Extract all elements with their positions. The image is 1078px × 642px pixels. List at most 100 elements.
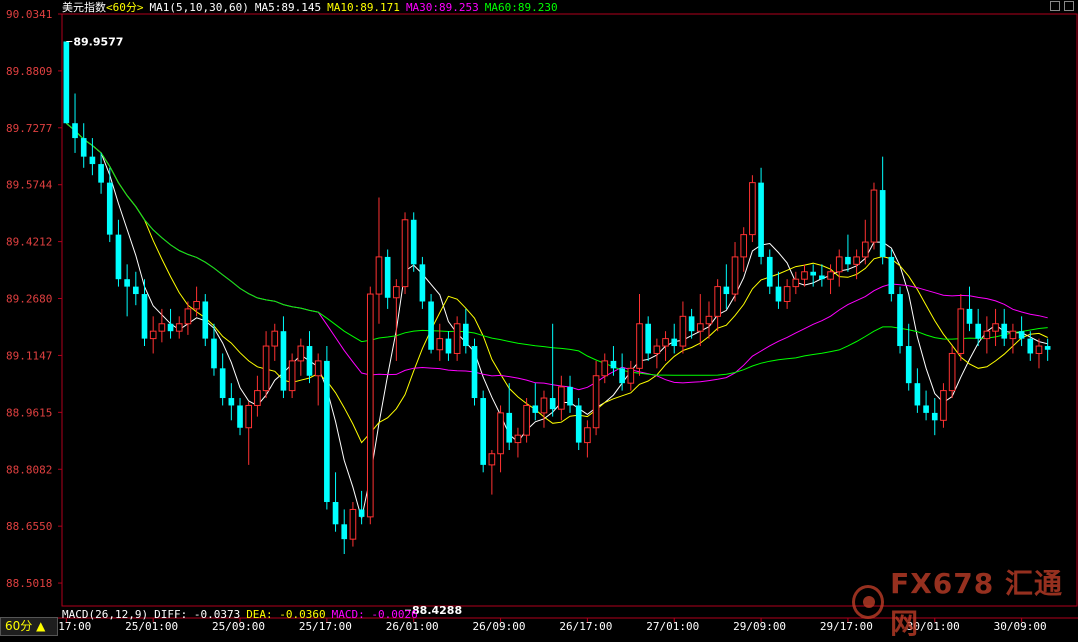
candle-body-up: [749, 182, 756, 236]
candle-body-down: [671, 338, 678, 347]
x-tick-label: 25/01:00: [125, 620, 178, 633]
y-tick-label: 88.6550: [6, 520, 52, 533]
y-tick-label: 89.2680: [6, 293, 52, 306]
x-tick-label: 26/17:00: [559, 620, 612, 633]
candle-body-down: [879, 190, 886, 257]
candle-body-up: [514, 434, 522, 444]
candle-body-down: [775, 286, 782, 302]
restore-icon[interactable]: [1050, 1, 1060, 11]
candle-body-down: [888, 256, 895, 295]
candle-body-down: [202, 301, 209, 339]
candle-body-down: [358, 509, 365, 517]
candle-body-up: [957, 308, 965, 354]
candle-body-down: [931, 412, 938, 421]
candle-body-up: [175, 323, 183, 332]
candle-body-down: [167, 323, 174, 332]
candle-body-up: [592, 375, 600, 429]
y-tick-label: 90.0341: [6, 8, 52, 21]
candle-body-down: [211, 338, 217, 369]
candle-body-up: [184, 308, 192, 325]
candle-body-down: [610, 360, 617, 369]
candle-body-down: [72, 123, 78, 139]
candle-body-down: [723, 286, 730, 295]
candle-body-down: [384, 256, 391, 298]
plot-frame: [61, 13, 1078, 607]
macd-value: MACD: -0.0026: [331, 608, 418, 621]
candle-body-up: [870, 189, 878, 243]
candle-body-up: [983, 330, 991, 340]
candle-body-down: [341, 524, 348, 540]
candle-body-up: [861, 241, 869, 258]
candle-body-up: [662, 338, 669, 347]
x-tick-label: 26/01:00: [386, 620, 439, 633]
candle-body-up: [540, 397, 548, 414]
candle-body-up: [349, 508, 357, 540]
y-tick-label: 89.1147: [6, 349, 52, 362]
candle-body-down: [115, 234, 122, 280]
candle-body-up: [584, 427, 591, 444]
candle-body-down: [688, 316, 695, 332]
candle-body-up: [740, 234, 748, 258]
y-tick-label: 89.8809: [6, 65, 52, 78]
watermark-text: FX678 汇通网: [890, 567, 1063, 640]
candle-body-down: [419, 264, 426, 302]
candle-body-down: [532, 405, 539, 413]
candle-body-up: [714, 286, 721, 317]
kline-chart: 90.0341 89.8809 89.7277 89.5744 89.4212 89.26…: [0, 8, 1078, 633]
candle-body-up: [792, 278, 800, 288]
ma10-value: MA10:89.171: [327, 0, 400, 14]
candle-body-up: [940, 390, 947, 421]
candle-body-down: [810, 271, 817, 276]
candle-body-up: [696, 323, 704, 332]
candle-body-down: [966, 308, 973, 324]
candle-body-up: [254, 390, 261, 406]
candle-body-up: [393, 286, 400, 299]
candle-body-down: [845, 256, 851, 265]
candle-body-up: [314, 360, 322, 377]
candle-body-down: [445, 338, 452, 354]
candle-body-down: [141, 294, 148, 339]
candle-body-up: [801, 271, 808, 280]
y-tick-label: 89.5744: [6, 179, 53, 192]
candle-body-up: [488, 453, 496, 466]
candle-body-down: [914, 383, 921, 406]
ma5-value: MA5:89.145: [254, 0, 322, 14]
candle-body-up: [497, 412, 504, 455]
candle-body-up: [627, 367, 635, 384]
y-tick-label: 88.8082: [6, 463, 52, 476]
candle-layer: [63, 41, 1051, 555]
period-button[interactable]: 60分 ▲: [0, 617, 58, 636]
ma60-value: MA60:89.230: [484, 0, 558, 14]
x-tick-label: 25/17:00: [299, 620, 352, 633]
candle-body-down: [410, 219, 417, 265]
window-controls: [1050, 1, 1074, 11]
candle-body-down: [1018, 331, 1025, 339]
candle-body-down: [124, 279, 130, 287]
candle-body-down: [80, 138, 87, 157]
candle-body-up: [149, 330, 157, 340]
candle-body-up: [992, 323, 999, 332]
watermark: FX678 汇通网: [852, 567, 1078, 640]
maximize-icon[interactable]: [1064, 1, 1074, 11]
candle-body-down: [575, 405, 582, 443]
y-tick-label: 88.9615: [6, 406, 52, 419]
candle-body-down: [1027, 338, 1034, 354]
candle-body-down: [462, 323, 469, 347]
candle-body-up: [705, 315, 713, 325]
macd-dea: DEA: -0.0360: [246, 608, 326, 621]
candle-body-down: [237, 405, 243, 428]
period-label: <60分>: [106, 1, 144, 14]
ma30-value: MA30:89.253: [405, 0, 479, 14]
y-tick-label: 88.5018: [6, 577, 52, 590]
ma-config-label[interactable]: MA1(5,10,30,60): [150, 1, 249, 14]
candle-body-up: [262, 345, 270, 392]
candle-body-down: [306, 346, 313, 376]
candle-body-up: [636, 323, 643, 369]
candle-body-up: [401, 219, 409, 288]
candle-body-down: [89, 156, 96, 165]
candle-body-down: [428, 301, 434, 350]
instrument-title: 美元指数: [62, 1, 106, 14]
macd-label: MACD(26,12,9): [62, 608, 149, 621]
x-tick-label: 25/09:00: [212, 620, 265, 633]
candle-body-down: [106, 182, 113, 235]
